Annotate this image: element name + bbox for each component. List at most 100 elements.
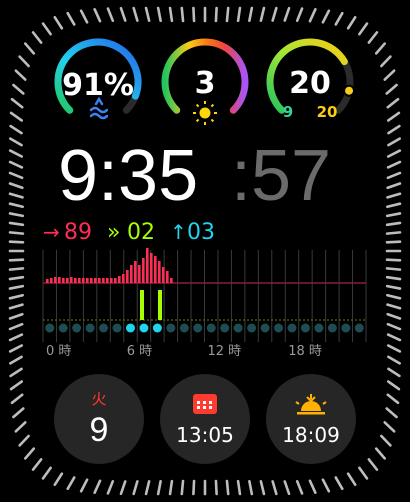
sunset-complication[interactable]: 18:09 [266,374,356,464]
bezel-tick [321,478,331,493]
stand-dot [179,323,189,333]
move-bar [74,278,77,283]
stand-arrow: ↑ [170,220,187,244]
activity-summary[interactable]: → 89 » 02 ↑ 03 [43,220,215,245]
bezel-tick [387,355,401,365]
calendar-complication[interactable]: 13:05 [160,374,250,464]
move-bar [138,265,141,283]
bezel-tick [386,192,402,199]
humidity-complication[interactable]: 91% [54,38,142,120]
uv-index-complication[interactable]: 3 [161,38,249,125]
bezel-tick [180,6,185,23]
humidity-value: 91% [62,68,134,103]
stand-dot [260,323,270,333]
bezel-tick [387,380,401,391]
stand-dot [85,323,95,333]
bezel-tick [283,6,291,22]
bezel-tick [14,69,27,81]
bezel-tick [358,466,369,480]
bezel-tick [271,480,278,496]
bezel-tick [386,171,402,180]
stand-dot [139,323,149,333]
bezel-tick [386,322,402,331]
bezel-tick [387,111,401,122]
move-bar [54,277,57,283]
bezel-tick [8,171,24,180]
bezel-tick [132,480,139,496]
bezel-tick [132,6,139,22]
bezel-tick [259,6,266,22]
calendar-icon [193,394,217,414]
bezel-tick [66,476,76,491]
move-bar [98,278,101,283]
bezel-tick [385,284,402,290]
bezel-tick [9,111,23,122]
bezel-tick [387,367,401,378]
bezel-tick [156,6,162,23]
bezel-tick [385,407,398,419]
move-bar [70,277,73,283]
exercise-bar [140,290,144,320]
bezel-tick [367,458,379,471]
stand-dot [125,323,135,333]
chart-tick-label: 6 時 [127,344,152,359]
move-value: 89 [64,220,92,245]
stand-dot [166,323,176,333]
bezel-tick [192,479,196,496]
bezel-tick [156,479,162,496]
bezel-tick [8,231,25,235]
time-hours-minutes: 9:35 [58,136,198,216]
bezel-tick [106,480,115,495]
move-bar [50,278,53,283]
bezel-tick [41,466,52,480]
bezel-tick [385,231,402,235]
chart-tick-label: 18 時 [288,344,322,359]
move-bar [122,274,125,283]
temperature-marker [343,84,356,97]
stand-dot [99,323,109,333]
bezel-tick [225,479,230,496]
temperature-complication[interactable]: 20 9 20 [266,38,356,121]
bezel-tick [9,124,23,135]
move-bar [78,278,81,283]
bezel-tick [214,6,218,23]
bezel-tick [386,393,400,405]
date-complication[interactable]: 火 9 [54,374,144,464]
bezel-tick [12,407,25,419]
bezel-tick [386,344,402,353]
bezel-tick [383,69,396,81]
stand-dot [220,323,230,333]
day-number: 9 [90,411,109,449]
move-bar [94,278,97,283]
temperature-low: 9 [283,103,293,121]
move-bar [82,278,85,283]
bezel-tick [180,479,185,496]
bezel-tick [236,6,242,23]
bezel-tick [53,472,64,486]
bezel-tick [248,6,254,23]
bezel-tick [385,240,402,244]
bezel-tick [93,8,102,23]
bezel-tick [8,344,24,353]
move-bar [58,277,61,283]
move-bar [150,253,153,283]
stand-dot [327,323,337,333]
exercise-arrow: » [107,220,120,245]
bezel-tick [31,31,43,44]
activity-chart[interactable]: 0 時 6 時 12 時 18 時 [42,248,367,359]
watch-face: 91% 3 20 9 20 9:35 :57 → 89 » 02 ↑ 03 0 … [8,6,402,496]
move-bar [134,261,137,283]
stand-dot [58,323,68,333]
bezel-tick [8,293,24,300]
move-bar [118,276,121,283]
bezel-tick [8,149,24,158]
time-seconds: :57 [231,136,331,216]
bezel-tick [8,182,24,190]
bezel-tick [9,367,23,378]
uv-index-value: 3 [195,66,216,101]
stand-dot [72,323,82,333]
bezel-tick [386,202,402,209]
bezel-tick [23,447,36,460]
move-bar [106,278,109,283]
bezel-tick [385,83,398,95]
